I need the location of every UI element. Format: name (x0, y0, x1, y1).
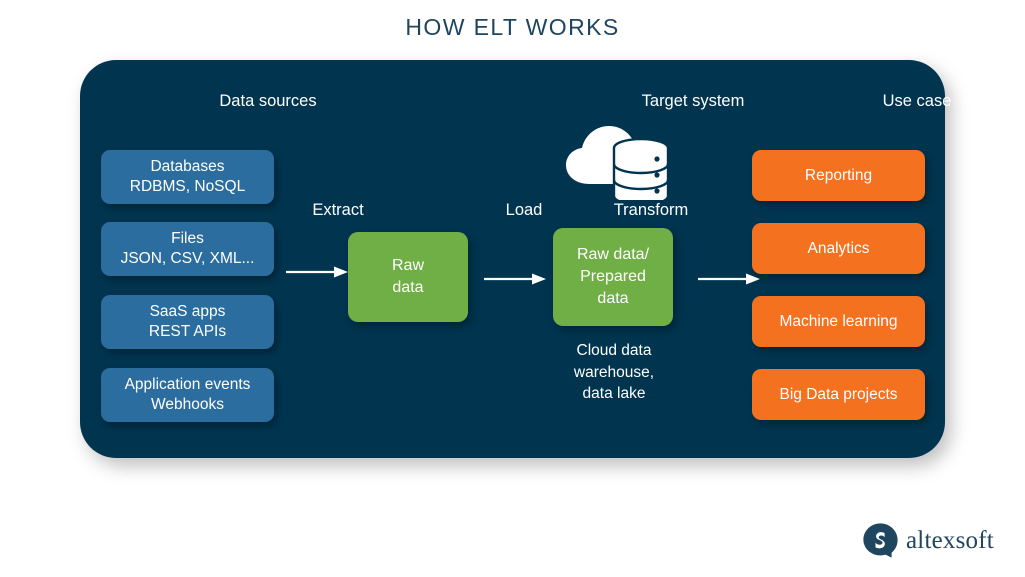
process-box-label-line3: data (597, 290, 629, 307)
source-box-label-secondary: REST APIs (148, 323, 227, 340)
source-box-label-primary: SaaS apps (149, 303, 226, 320)
usecase-box-label: Reporting (804, 166, 873, 184)
process-box-label-line1: Raw data/ (576, 246, 650, 263)
usecase-box-label: Machine learning (779, 312, 898, 330)
source-box-saas-apps[interactable]: SaaS apps REST APIs (101, 295, 274, 349)
column-header-use-case: Use case (882, 92, 952, 110)
source-box-label-secondary: JSON, CSV, XML... (120, 250, 255, 267)
source-box-application-events[interactable]: Application events Webhooks (101, 368, 274, 422)
diagram-panel: Data sources Target system Use case Data… (80, 60, 951, 458)
usecase-box-reporting[interactable]: Reporting (752, 150, 925, 201)
cloud-database-icon (566, 126, 670, 200)
source-box-label-primary: Files (171, 230, 204, 247)
brand-logo: altexsoft (862, 522, 994, 559)
source-box-files[interactable]: Files JSON, CSV, XML... (101, 222, 274, 276)
usecase-box-machine-learning[interactable]: Machine learning (752, 296, 925, 347)
right-arrow-icon-load (484, 273, 546, 285)
process-box-prepared-data[interactable]: Raw data/ Prepared data (553, 228, 673, 326)
process-box-raw-data[interactable]: Raw data (348, 232, 468, 322)
usecase-box-analytics[interactable]: Analytics (752, 223, 925, 274)
stage-label-extract: Extract (312, 201, 364, 219)
column-header-target-system: Target system (641, 92, 745, 110)
source-box-label-primary: Databases (150, 158, 225, 175)
usecase-box-label: Big Data projects (779, 385, 898, 403)
column-header-data-sources: Data sources (219, 92, 317, 110)
source-box-label-primary: Application events (124, 376, 251, 393)
target-caption-line2: warehouse, (573, 363, 655, 381)
target-caption-line3: data lake (582, 385, 646, 402)
altexsoft-logo-mark-icon (863, 523, 898, 558)
process-box-label-line1: Raw (391, 257, 424, 274)
usecase-box-big-data-projects[interactable]: Big Data projects (752, 369, 925, 420)
target-system-caption: Cloud data warehouse, data lake (548, 340, 680, 405)
process-box-label-line2: data (392, 279, 424, 296)
right-arrow-icon-extract (286, 266, 348, 278)
right-arrow-icon-consume (698, 273, 760, 285)
source-box-label-secondary: RDBMS, NoSQL (129, 178, 246, 195)
source-box-databases[interactable]: Databases RDBMS, NoSQL (101, 150, 274, 204)
source-box-label-secondary: Webhooks (151, 396, 224, 413)
usecase-box-label: Analytics (807, 239, 870, 257)
process-box-label-line2: Prepared (580, 268, 646, 285)
page-title: HOW ELT WORKS (405, 14, 620, 40)
stage-label-transform: Transform (613, 201, 689, 219)
brand-logo-text: altexsoft (906, 526, 994, 554)
target-caption-line1: Cloud data (576, 342, 652, 359)
